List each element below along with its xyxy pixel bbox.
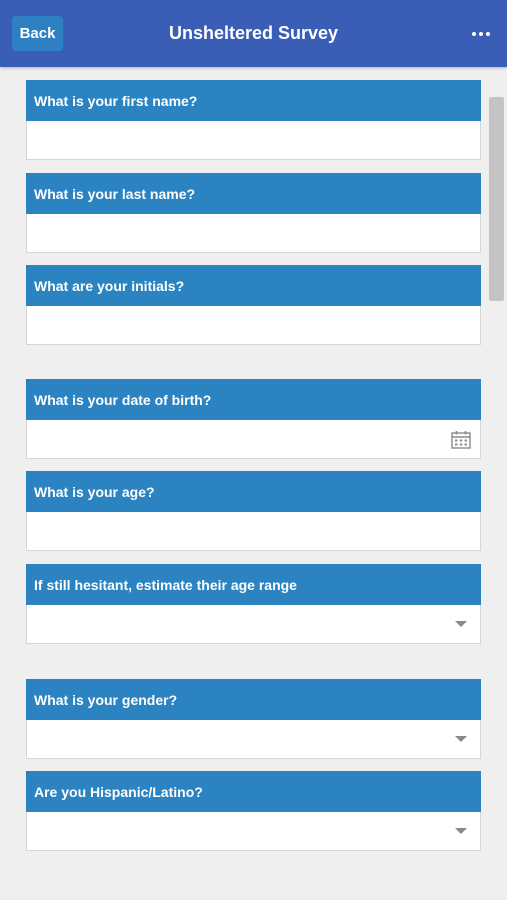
more-horizontal-icon[interactable] bbox=[469, 22, 493, 46]
question-first-name: What is your first name? bbox=[26, 80, 481, 160]
question-age: What is your age? bbox=[26, 471, 481, 551]
question-label: If still hesitant, estimate their age ra… bbox=[26, 564, 481, 605]
question-last-name: What is your last name? bbox=[26, 173, 481, 253]
question-label: Are you Hispanic/Latino? bbox=[26, 771, 481, 812]
survey-form: What is your first name? What is your la… bbox=[0, 67, 507, 900]
hispanic-latino-select[interactable] bbox=[26, 812, 481, 851]
gender-select[interactable] bbox=[26, 720, 481, 759]
back-button[interactable]: Back bbox=[12, 16, 63, 51]
age-range-select[interactable] bbox=[26, 605, 481, 644]
question-label: What is your date of birth? bbox=[26, 379, 481, 420]
question-label: What is your age? bbox=[26, 471, 481, 512]
more-dot bbox=[479, 32, 483, 36]
app-header: Back Unsheltered Survey bbox=[0, 0, 507, 67]
question-label: What is your last name? bbox=[26, 173, 481, 214]
calendar-icon[interactable] bbox=[451, 430, 471, 449]
question-label: What is your first name? bbox=[26, 80, 481, 121]
chevron-down-icon bbox=[455, 828, 467, 834]
scrollbar-thumb[interactable] bbox=[489, 97, 504, 301]
age-input[interactable] bbox=[26, 512, 481, 551]
last-name-input[interactable] bbox=[26, 214, 481, 253]
question-gender: What is your gender? bbox=[26, 679, 481, 759]
page-title: Unsheltered Survey bbox=[168, 23, 339, 43]
chevron-down-icon bbox=[455, 736, 467, 742]
chevron-down-icon bbox=[455, 621, 467, 627]
question-initials: What are your initials? bbox=[26, 265, 481, 345]
question-age-range: If still hesitant, estimate their age ra… bbox=[26, 564, 481, 644]
question-date-of-birth: What is your date of birth? bbox=[26, 379, 481, 459]
question-hispanic-latino: Are you Hispanic/Latino? bbox=[26, 771, 481, 851]
first-name-input[interactable] bbox=[26, 121, 481, 160]
question-label: What is your gender? bbox=[26, 679, 481, 720]
more-dot bbox=[472, 32, 476, 36]
initials-input[interactable] bbox=[26, 306, 481, 345]
date-of-birth-input[interactable] bbox=[26, 420, 481, 459]
question-label: What are your initials? bbox=[26, 265, 481, 306]
more-dot bbox=[486, 32, 490, 36]
